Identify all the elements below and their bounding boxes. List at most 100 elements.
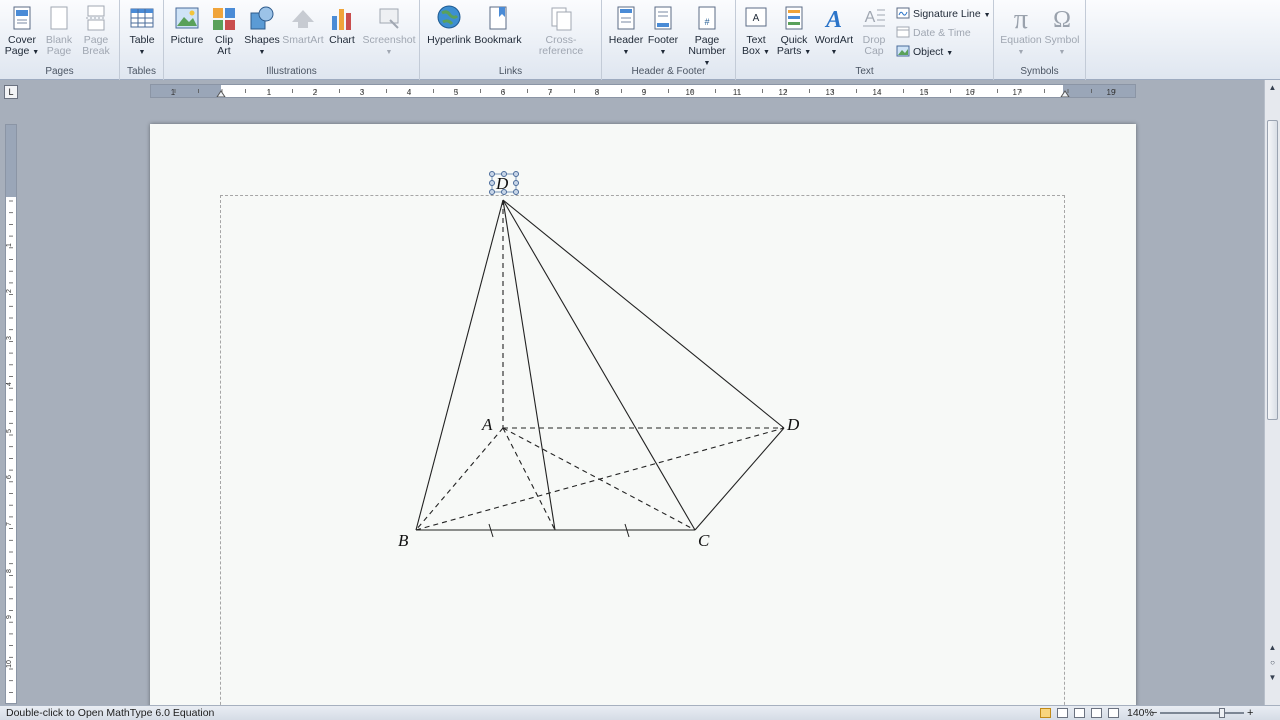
header-button[interactable]: Header ▼	[606, 4, 646, 58]
zoom-out-icon[interactable]: −	[1151, 706, 1157, 720]
ruler-number: 16	[966, 88, 975, 97]
ruler-number: 4	[407, 88, 412, 97]
symbol-label: Symbol	[1044, 34, 1080, 46]
ruler-number: 6	[501, 88, 506, 97]
dropdown-arrow-icon: ▼	[804, 49, 812, 56]
cover-page-icon	[13, 6, 31, 30]
screenshot-button[interactable]: Screenshot ▼	[362, 4, 416, 58]
left-indent-marker[interactable]	[216, 90, 226, 97]
scrollbar-thumb[interactable]	[1267, 120, 1278, 420]
quick-parts-label-2: Parts	[776, 45, 802, 57]
hyperlink-button[interactable]: Hyperlink	[426, 4, 472, 46]
web-layout-view-icon[interactable]	[1074, 708, 1085, 718]
drop-cap-button[interactable]: A Drop Cap	[854, 4, 894, 57]
status-bar: Double-click to Open MathType 6.0 Equati…	[0, 705, 1280, 720]
cover-page-button[interactable]: Cover Page ▼	[2, 4, 42, 58]
page-number-button[interactable]: # Page Number ▼	[684, 4, 730, 69]
pyramid-figure[interactable]: D A B C D	[150, 124, 1136, 720]
header-label: Header	[608, 34, 644, 46]
bookmark-button[interactable]: Bookmark	[474, 4, 522, 46]
shapes-button[interactable]: Shapes ▼	[242, 4, 282, 58]
ruler-bar: L 1 1 2 3 4 5 6 7 8 9 10 11 12 13 14 15 16 17 19	[0, 80, 1280, 102]
object-button[interactable]: Object ▼	[896, 43, 953, 61]
drop-cap-icon: A	[863, 9, 885, 27]
draft-view-icon[interactable]	[1108, 708, 1119, 718]
page-number-label-2: Number	[688, 45, 726, 57]
equation-button[interactable]: π Equation ▼	[998, 4, 1044, 58]
ruler-number: 17	[1013, 88, 1022, 97]
svg-text:Ω: Ω	[1053, 7, 1071, 32]
page-break-button[interactable]: Page Break	[76, 4, 116, 57]
table-icon	[130, 8, 154, 28]
full-screen-reading-view-icon[interactable]	[1057, 708, 1068, 718]
blank-page-button[interactable]: Blank Page	[39, 4, 79, 57]
ruler-number: 3	[6, 336, 13, 340]
print-layout-view-icon[interactable]	[1040, 708, 1051, 718]
quick-parts-button[interactable]: Quick Parts ▼	[774, 4, 814, 58]
group-links: Hyperlink Bookmark Cross-reference Links	[420, 0, 602, 80]
text-box-button[interactable]: A Text Box ▼	[736, 4, 776, 58]
clip-art-button[interactable]: Clip Art	[204, 4, 244, 57]
vertical-scrollbar[interactable]: ▲ ▲ ○ ▼	[1264, 80, 1280, 705]
smartart-label: SmartArt	[282, 34, 324, 46]
ruler-number: 9	[642, 88, 647, 97]
picture-button[interactable]: Picture	[167, 4, 207, 46]
vertex-label-D: D	[786, 415, 800, 434]
cover-page-label-2: Page	[4, 45, 30, 57]
clip-art-icon	[213, 8, 235, 30]
smartart-button[interactable]: SmartArt	[282, 4, 324, 46]
hidden-edges	[415, 200, 785, 531]
dropdown-arrow-icon: ▼	[138, 49, 146, 56]
outline-view-icon[interactable]	[1091, 708, 1102, 718]
svg-text:π: π	[1014, 4, 1028, 32]
date-time-button[interactable]: Date & Time	[896, 24, 971, 42]
ruler-number: 15	[920, 88, 929, 97]
zoom-slider-thumb[interactable]	[1219, 708, 1225, 718]
ruler-number: 13	[826, 88, 835, 97]
edge-SC	[502, 199, 696, 531]
equation-label: Equation	[1000, 34, 1042, 46]
status-text: Double-click to Open MathType 6.0 Equati…	[6, 707, 215, 719]
page-break-label-2: Break	[82, 45, 110, 57]
zoom-slider[interactable]	[1160, 712, 1244, 714]
zoom-in-icon[interactable]: +	[1247, 706, 1253, 720]
horizontal-ruler[interactable]: 1 1 2 3 4 5 6 7 8 9 10 11 12 13 14 15 16 17 19	[150, 84, 1136, 98]
ruler-top-margin	[6, 125, 16, 197]
cross-reference-label: Cross-reference	[538, 34, 584, 57]
page-break-icon	[86, 5, 106, 31]
scroll-up-arrow-icon[interactable]: ▲	[1267, 82, 1278, 93]
ruler-number: 1	[6, 243, 13, 247]
footer-button[interactable]: Footer ▼	[643, 4, 683, 58]
group-label-text: Text	[855, 66, 874, 77]
scroll-down-arrow-icon[interactable]: ▼	[1267, 672, 1278, 683]
ruler-number: 2	[6, 289, 13, 293]
cross-reference-button[interactable]: Cross-reference	[524, 4, 598, 57]
ruler-number: 14	[873, 88, 882, 97]
picture-icon	[175, 7, 199, 29]
tab-selector[interactable]: L	[4, 85, 18, 99]
symbol-button[interactable]: Ω Symbol ▼	[1042, 4, 1082, 58]
select-browse-object-icon[interactable]: ○	[1267, 657, 1278, 668]
page-number-icon: #	[698, 6, 716, 30]
ruler-number: 19	[1107, 88, 1116, 97]
dropdown-arrow-icon: ▼	[983, 12, 991, 19]
zoom-level[interactable]: 140%	[1127, 706, 1154, 720]
svg-text:A: A	[865, 9, 876, 26]
document-page[interactable]: D A B C D	[150, 124, 1136, 720]
signature-line-button[interactable]: Signature Line ▼	[896, 5, 991, 23]
group-tables: Table ▼ Tables	[120, 0, 164, 80]
table-button[interactable]: Table ▼	[122, 4, 162, 58]
group-label-links: Links	[498, 66, 523, 77]
ruler-number: 11	[733, 88, 742, 97]
dropdown-arrow-icon: ▼	[258, 49, 266, 56]
ruler-number: 8	[595, 88, 600, 97]
footer-label: Footer	[647, 34, 679, 46]
wordart-button[interactable]: A WordArt ▼	[812, 4, 856, 58]
bookmark-label: Bookmark	[474, 34, 522, 46]
chart-icon	[332, 9, 351, 30]
group-text: A Text Box ▼ Quick Parts ▼ A WordArt ▼ A…	[736, 0, 994, 80]
table-label: Table	[129, 34, 155, 46]
vertical-ruler[interactable]: 112345678910	[5, 124, 17, 704]
chart-button[interactable]: Chart	[322, 4, 362, 46]
scroll-up-arrow-icon[interactable]: ▲	[1267, 642, 1278, 653]
